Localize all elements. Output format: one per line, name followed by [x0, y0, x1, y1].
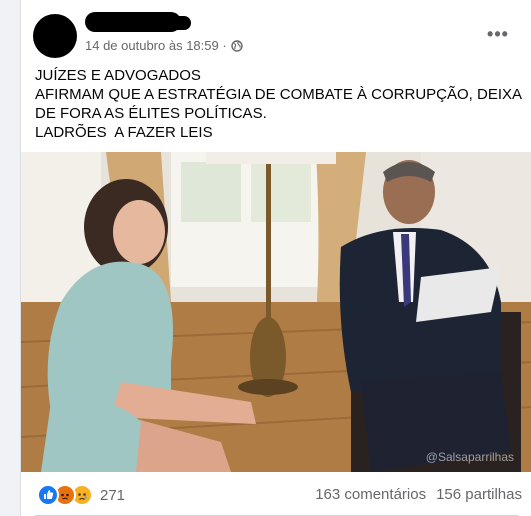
photo-illustration: [21, 152, 531, 472]
avatar[interactable]: [33, 14, 77, 58]
image-watermark: @Salsaparrilhas: [425, 450, 514, 464]
post-footer: 271 163 comentários 156 partilhas: [21, 472, 531, 516]
globe-icon: [230, 39, 243, 52]
reactions-summary[interactable]: 271: [37, 484, 125, 506]
reaction-count: 271: [100, 486, 126, 504]
post-text-line: JUÍZES E ADVOGADOS: [35, 67, 201, 84]
engagement-counts: 163 comentários 156 partilhas: [315, 486, 522, 503]
post-text-line: AFIRMAM QUE A ESTRATÉGIA DE COMBATE À CO…: [35, 86, 526, 122]
like-icon: [37, 484, 59, 506]
more-options-icon: •••: [487, 23, 509, 44]
post-text-line: LADRÕES A FAZER LEIS: [35, 124, 213, 141]
post-timestamp[interactable]: 14 de outubro às 18:59 ·: [85, 38, 227, 53]
post-text: JUÍZES E ADVOGADOS AFIRMAM QUE A ESTRATÉ…: [35, 66, 525, 142]
comments-count[interactable]: 163 comentários: [315, 486, 426, 503]
more-options-button[interactable]: •••: [482, 22, 514, 46]
post-photo[interactable]: @Salsaparrilhas: [21, 152, 531, 472]
author-name-redacted[interactable]: [85, 12, 191, 32]
post-meta: 14 de outubro às 18:59 ·: [85, 38, 243, 53]
post-header: 14 de outubro às 18:59 · •••: [21, 0, 531, 60]
shares-count[interactable]: 156 partilhas: [436, 486, 522, 503]
post-card: 14 de outubro às 18:59 · ••• JUÍZES E AD…: [20, 0, 531, 516]
